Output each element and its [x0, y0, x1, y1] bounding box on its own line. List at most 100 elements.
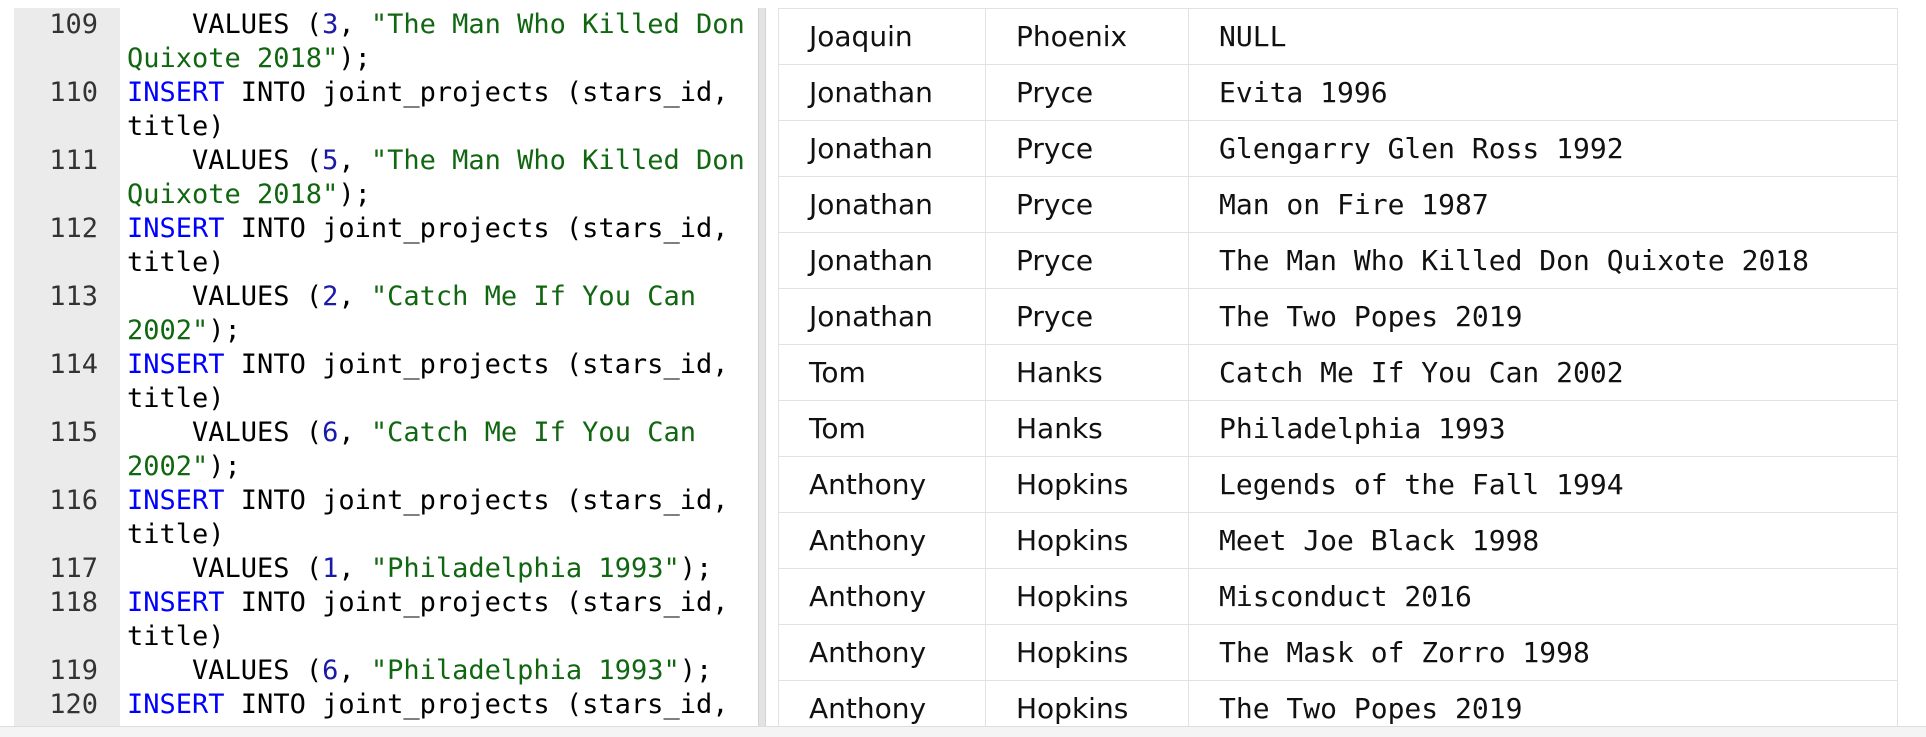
- code-token: ,: [338, 417, 371, 448]
- string-literal: "Philadelphia 1993": [370, 655, 680, 686]
- table-row: Anthony Hopkins Legends of the Fall 1994: [778, 456, 1898, 513]
- title-cell: Philadelphia 1993: [1188, 400, 1898, 457]
- table-row: Tom Hanks Philadelphia 1993: [778, 400, 1898, 457]
- first-name-cell: Jonathan: [778, 288, 986, 345]
- title-cell: Catch Me If You Can 2002: [1188, 344, 1898, 401]
- code-token: ,: [338, 553, 371, 584]
- code-line[interactable]: 114 INSERT INTO joint_projects (stars_id,…: [14, 348, 758, 416]
- code-text: VALUES (1, "Philadelphia 1993");: [127, 552, 757, 586]
- first-name-cell: Jonathan: [778, 120, 986, 177]
- results-pane: Joaquin Phoenix NULL Jonathan Pryce Evita 199…: [778, 8, 1898, 726]
- title-cell: NULL: [1188, 8, 1898, 65]
- first-name-cell: Jonathan: [778, 64, 986, 121]
- number-literal: 6: [322, 655, 339, 686]
- code-token: VALUES (: [127, 553, 323, 584]
- string-literal: "Philadelphia 1993": [370, 553, 680, 584]
- code-text: VALUES (2, "Catch Me If You Can 2002");: [127, 280, 757, 348]
- code-token: ,: [338, 9, 371, 40]
- title-cell: Meet Joe Black 1998: [1188, 512, 1898, 569]
- title-cell: Glengarry Glen Ross 1992: [1188, 120, 1898, 177]
- title-cell: The Man Who Killed Don Quixote 2018: [1188, 232, 1898, 289]
- number-literal: 5: [322, 145, 339, 176]
- code-text: INSERT INTO joint_projects (stars_id, ti…: [127, 484, 757, 552]
- code-text: INSERT INTO joint_projects (stars_id, ti…: [127, 212, 757, 280]
- code-line[interactable]: 120 INSERT INTO joint_projects (stars_id,: [14, 688, 758, 722]
- code-line[interactable]: 118 INSERT INTO joint_projects (stars_id,…: [14, 586, 758, 654]
- code-token: VALUES (: [127, 655, 323, 686]
- title-cell: The Two Popes 2019: [1188, 288, 1898, 345]
- code-text: INSERT INTO joint_projects (stars_id, ti…: [127, 348, 757, 416]
- code-line[interactable]: 113 VALUES (2, "Catch Me If You Can 2002…: [14, 280, 758, 348]
- last-name-cell: Pryce: [985, 64, 1189, 121]
- code-text: INSERT INTO joint_projects (stars_id, ti…: [127, 586, 757, 654]
- title-cell: The Mask of Zorro 1998: [1188, 624, 1898, 681]
- title-cell: Evita 1996: [1188, 64, 1898, 121]
- last-name-cell: Pryce: [985, 288, 1189, 345]
- table-row: Joaquin Phoenix NULL: [778, 8, 1898, 65]
- sql-editor[interactable]: 109 VALUES (3, "The Man Who Killed Don Q…: [14, 8, 758, 726]
- sql-keyword: INSERT: [127, 77, 225, 108]
- first-name-cell: Tom: [778, 344, 986, 401]
- first-name-cell: Anthony: [778, 456, 986, 513]
- table-row: Jonathan Pryce The Man Who Killed Don Quix…: [778, 232, 1898, 289]
- last-name-cell: Hopkins: [985, 624, 1189, 681]
- first-name-cell: Joaquin: [778, 8, 986, 65]
- number-literal: 1: [322, 553, 339, 584]
- bottom-scrollbar[interactable]: [0, 726, 1926, 737]
- code-text: INSERT INTO joint_projects (stars_id, ti…: [127, 76, 757, 144]
- table-row: Anthony Hopkins The Two Popes 2019: [778, 680, 1898, 726]
- code-token: VALUES (: [127, 145, 323, 176]
- first-name-cell: Anthony: [778, 680, 986, 726]
- line-number: 111: [49, 145, 98, 176]
- code-area[interactable]: 109 VALUES (3, "The Man Who Killed Don Q…: [14, 8, 758, 722]
- code-line[interactable]: 110 INSERT INTO joint_projects (stars_id,…: [14, 76, 758, 144]
- code-line[interactable]: 111 VALUES (5, "The Man Who Killed Don Q…: [14, 144, 758, 212]
- table-row: Anthony Hopkins Misconduct 2016: [778, 568, 1898, 625]
- last-name-cell: Hopkins: [985, 456, 1189, 513]
- code-text: VALUES (3, "The Man Who Killed Don Quixo…: [127, 8, 757, 76]
- table-row: Anthony Hopkins The Mask of Zorro 1998: [778, 624, 1898, 681]
- last-name-cell: Pryce: [985, 120, 1189, 177]
- pane-divider[interactable]: [758, 8, 766, 726]
- first-name-cell: Anthony: [778, 568, 986, 625]
- first-name-cell: Tom: [778, 400, 986, 457]
- code-line[interactable]: 117 VALUES (1, "Philadelphia 1993");: [14, 552, 758, 586]
- code-token: VALUES (: [127, 281, 323, 312]
- last-name-cell: Pryce: [985, 232, 1189, 289]
- code-line[interactable]: 115 VALUES (6, "Catch Me If You Can 2002…: [14, 416, 758, 484]
- code-text: VALUES (6, "Philadelphia 1993");: [127, 654, 757, 688]
- number-literal: 2: [322, 281, 339, 312]
- title-cell: The Two Popes 2019: [1188, 680, 1898, 726]
- code-token: );: [679, 553, 713, 584]
- code-token: ,: [338, 655, 371, 686]
- code-line[interactable]: 119 VALUES (6, "Philadelphia 1993");: [14, 654, 758, 688]
- last-name-cell: Hopkins: [985, 568, 1189, 625]
- line-number: 110: [49, 77, 98, 108]
- last-name-cell: Pryce: [985, 176, 1189, 233]
- sql-keyword: INSERT: [127, 587, 225, 618]
- last-name-cell: Phoenix: [985, 8, 1189, 65]
- first-name-cell: Anthony: [778, 624, 986, 681]
- code-text: VALUES (6, "Catch Me If You Can 2002");: [127, 416, 757, 484]
- sql-keyword: INSERT: [127, 485, 225, 516]
- code-token: );: [338, 179, 371, 210]
- line-number: 109: [49, 9, 98, 40]
- code-token: );: [208, 451, 241, 482]
- code-token: INTO joint_projects (stars_id,: [224, 689, 729, 720]
- number-literal: 6: [322, 417, 339, 448]
- last-name-cell: Hanks: [985, 400, 1189, 457]
- code-line[interactable]: 109 VALUES (3, "The Man Who Killed Don Q…: [14, 8, 758, 76]
- first-name-cell: Jonathan: [778, 232, 986, 289]
- line-number: 118: [49, 587, 98, 618]
- table-row: Jonathan Pryce Evita 1996: [778, 64, 1898, 121]
- code-line[interactable]: 112 INSERT INTO joint_projects (stars_id,…: [14, 212, 758, 280]
- title-cell: Man on Fire 1987: [1188, 176, 1898, 233]
- code-token: );: [679, 655, 713, 686]
- title-cell: Misconduct 2016: [1188, 568, 1898, 625]
- sql-keyword: INSERT: [127, 689, 225, 720]
- code-line[interactable]: 116 INSERT INTO joint_projects (stars_id,…: [14, 484, 758, 552]
- first-name-cell: Anthony: [778, 512, 986, 569]
- code-token: );: [338, 43, 371, 74]
- code-token: );: [208, 315, 241, 346]
- code-token: ,: [338, 281, 371, 312]
